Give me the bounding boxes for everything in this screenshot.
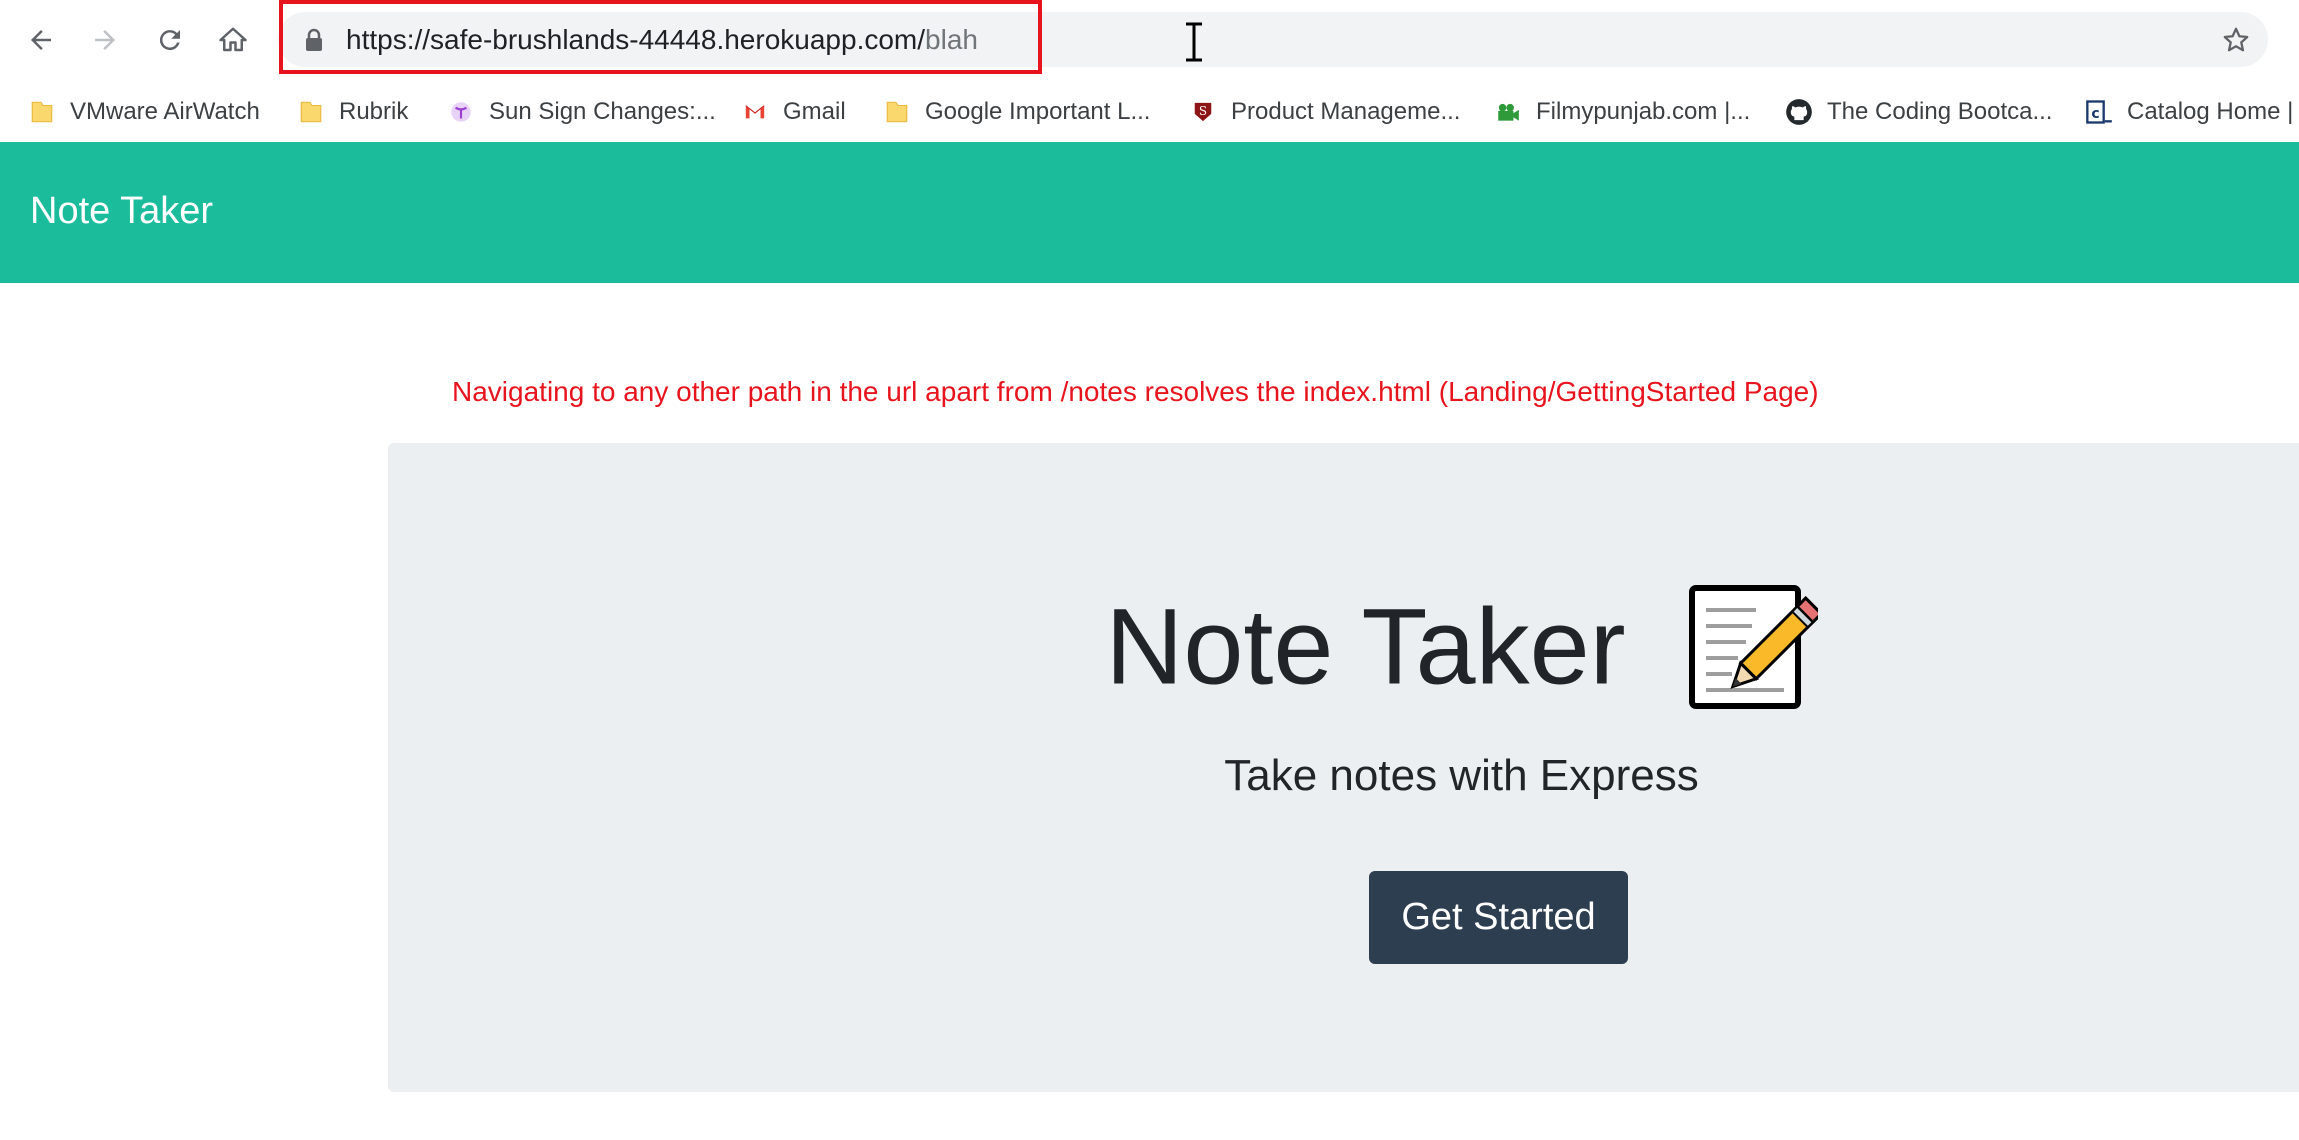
svg-text:S: S <box>1199 104 1207 118</box>
url-text: https://safe-brushlands-44448.herokuapp.… <box>346 22 978 58</box>
hero-title-text: Note Taker <box>1105 585 1626 707</box>
back-arrow-icon <box>31 30 51 50</box>
catalog-icon: c <box>2085 98 2113 126</box>
bookmark-gmail[interactable]: Gmail <box>741 92 846 132</box>
bookmark-label: Gmail <box>783 98 846 125</box>
bookmarks-bar: VMware AirWatch Rubrik Sun Sign Changes:… <box>0 82 2299 143</box>
url-path: blah <box>925 24 978 55</box>
hero-subtitle: Take notes with Express <box>1224 751 1699 800</box>
bookmark-label: Product Manageme... <box>1231 98 1461 125</box>
text-cursor-icon <box>1186 22 1202 62</box>
browser-toolbar: https://safe-brushlands-44448.herokuapp.… <box>0 0 2299 82</box>
hero-title: Note Taker <box>388 573 2299 712</box>
bookmark-sun-sign[interactable]: Sun Sign Changes:... <box>447 92 716 132</box>
bookmark-vmware-airwatch[interactable]: VMware AirWatch <box>28 92 260 132</box>
star-icon <box>2223 27 2249 52</box>
get-started-button[interactable]: Get Started <box>1369 871 1628 964</box>
bookmark-filmypunjab[interactable]: Filmypunjab.com |... <box>1494 92 1750 132</box>
memo-icon <box>1688 585 1818 710</box>
folder-icon <box>883 98 911 126</box>
back-button[interactable] <box>21 20 61 60</box>
camera-icon <box>1494 98 1522 126</box>
landing-jumbotron: Note Taker Take notes with Express Get S… <box>388 443 2299 1092</box>
bookmark-catalog-home[interactable]: c Catalog Home | <box>2085 92 2293 132</box>
bookmark-star-button[interactable] <box>2216 20 2256 60</box>
address-bar[interactable]: https://safe-brushlands-44448.herokuapp.… <box>278 12 2268 67</box>
app-navbar: Note Taker <box>0 142 2299 283</box>
gmail-icon <box>741 98 769 126</box>
forward-button[interactable] <box>85 20 125 60</box>
bookmark-label: Catalog Home | <box>2127 98 2294 125</box>
bookmark-label: Google Important L... <box>925 98 1151 125</box>
folder-icon <box>28 98 56 126</box>
folder-icon <box>297 98 325 126</box>
bookmark-product-management[interactable]: S Product Manageme... <box>1189 92 1460 132</box>
home-icon <box>219 27 247 52</box>
bookmark-google-important[interactable]: Google Important L... <box>883 92 1150 132</box>
url-host: https://safe-brushlands-44448.herokuapp.… <box>346 24 926 55</box>
bookmark-rubrik[interactable]: Rubrik <box>297 92 408 132</box>
bookmark-label: Rubrik <box>339 98 409 125</box>
bookmark-label: Sun Sign Changes:... <box>489 98 716 125</box>
github-icon <box>1785 98 1813 126</box>
bookmark-label: VMware AirWatch <box>70 98 260 125</box>
home-button[interactable] <box>213 20 253 60</box>
reload-button[interactable] <box>150 20 190 60</box>
stanford-icon: S <box>1189 98 1217 126</box>
zodiac-icon <box>447 98 475 126</box>
bookmark-coding-bootcamp[interactable]: The Coding Bootca... <box>1785 92 2052 132</box>
reload-icon <box>159 30 180 51</box>
forward-arrow-icon <box>95 30 115 50</box>
svg-text:c: c <box>2091 106 2099 122</box>
bookmark-label: The Coding Bootca... <box>1827 98 2053 125</box>
bookmark-label: Filmypunjab.com |... <box>1536 98 1751 125</box>
annotation-text: Navigating to any other path in the url … <box>452 376 1819 407</box>
lock-icon <box>306 28 322 51</box>
navbar-brand[interactable]: Note Taker <box>30 188 213 234</box>
